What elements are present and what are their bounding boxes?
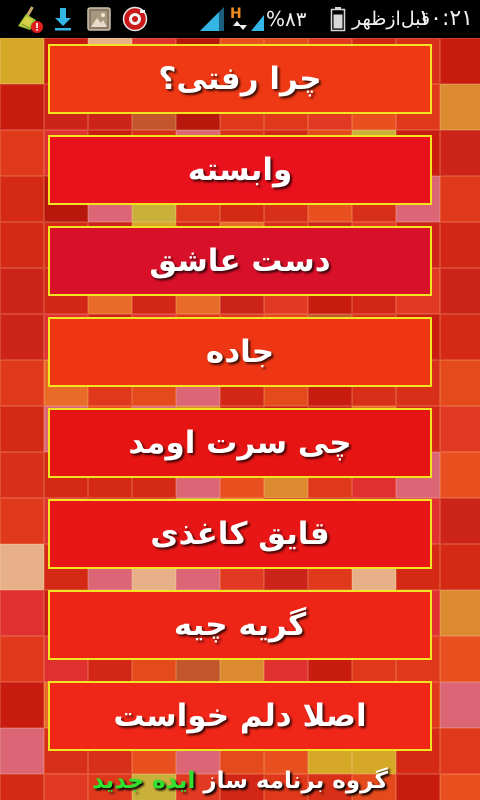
footer-credit: گروه برنامه ساز ایده جدید — [0, 762, 480, 800]
background-tile — [0, 682, 44, 728]
background-tile — [0, 406, 44, 452]
background-tile — [0, 498, 44, 544]
background-tile — [440, 360, 480, 406]
menu-button-1[interactable]: چرا رفتی؟ — [48, 44, 432, 114]
background-tile — [440, 636, 480, 682]
menu-button-2[interactable]: وابسته — [48, 135, 432, 205]
background-tile — [440, 314, 480, 360]
data-network-icon: H — [228, 0, 250, 38]
background-tile — [440, 682, 480, 728]
background-tile — [440, 452, 480, 498]
background-tile — [440, 268, 480, 314]
menu-button-label: قایق کاغذی — [150, 516, 330, 552]
menu-button-label: جاده — [205, 334, 275, 370]
background-tile — [0, 360, 44, 406]
download-icon[interactable] — [52, 0, 74, 38]
footer-brand[interactable]: ایده جدید — [92, 768, 195, 794]
background-tile — [0, 176, 44, 222]
signal-icon — [198, 0, 226, 38]
background-tile — [440, 38, 480, 84]
background-tile — [0, 636, 44, 682]
background-tile — [0, 314, 44, 360]
menu-button-6[interactable]: قایق کاغذی — [48, 499, 432, 569]
menu-button-label: چی سرت اومد — [128, 425, 352, 461]
background-tile — [440, 130, 480, 176]
menu-button-label: چرا رفتی؟ — [158, 61, 322, 97]
song-menu: چرا رفتی؟ وابسته دست عاشق جاده چی سرت او… — [48, 44, 432, 772]
network-type-label: H — [230, 6, 242, 22]
menu-button-label: دست عاشق — [149, 243, 331, 279]
recorder-icon[interactable] — [122, 0, 148, 38]
menu-button-5[interactable]: چی سرت اومد — [48, 408, 432, 478]
battery-percent: %۸۳ — [266, 7, 307, 31]
background-tile — [0, 452, 44, 498]
menu-button-8[interactable]: اصلا دلم خواست — [48, 681, 432, 751]
status-bar: H %۸۳ قبل‌ازظهر ۱۰:۲۱ — [0, 0, 480, 38]
menu-button-label: اصلا دلم خواست — [113, 698, 367, 734]
background-tile — [0, 38, 44, 84]
background-tile — [440, 84, 480, 130]
background-tile — [0, 544, 44, 590]
footer-prefix: گروه برنامه ساز — [203, 768, 388, 794]
background-tile — [440, 176, 480, 222]
background-tile — [440, 406, 480, 452]
background-tile — [0, 222, 44, 268]
background-tile — [0, 590, 44, 636]
background-tile — [0, 84, 44, 130]
gallery-icon[interactable] — [87, 0, 111, 38]
battery-icon — [330, 0, 346, 38]
signal-secondary-icon — [250, 0, 266, 38]
menu-button-label: وابسته — [187, 152, 293, 188]
menu-button-label: گریه چیه — [173, 607, 307, 643]
background-tile — [440, 498, 480, 544]
clock-time: ۱۰:۲۱ — [418, 6, 473, 31]
menu-button-4[interactable]: جاده — [48, 317, 432, 387]
menu-button-7[interactable]: گریه چیه — [48, 590, 432, 660]
background-tile — [0, 130, 44, 176]
background-tile — [0, 268, 44, 314]
menu-button-3[interactable]: دست عاشق — [48, 226, 432, 296]
background-tile — [440, 544, 480, 590]
background-tile — [440, 222, 480, 268]
cleaner-icon[interactable] — [12, 0, 44, 38]
background-tile — [440, 590, 480, 636]
